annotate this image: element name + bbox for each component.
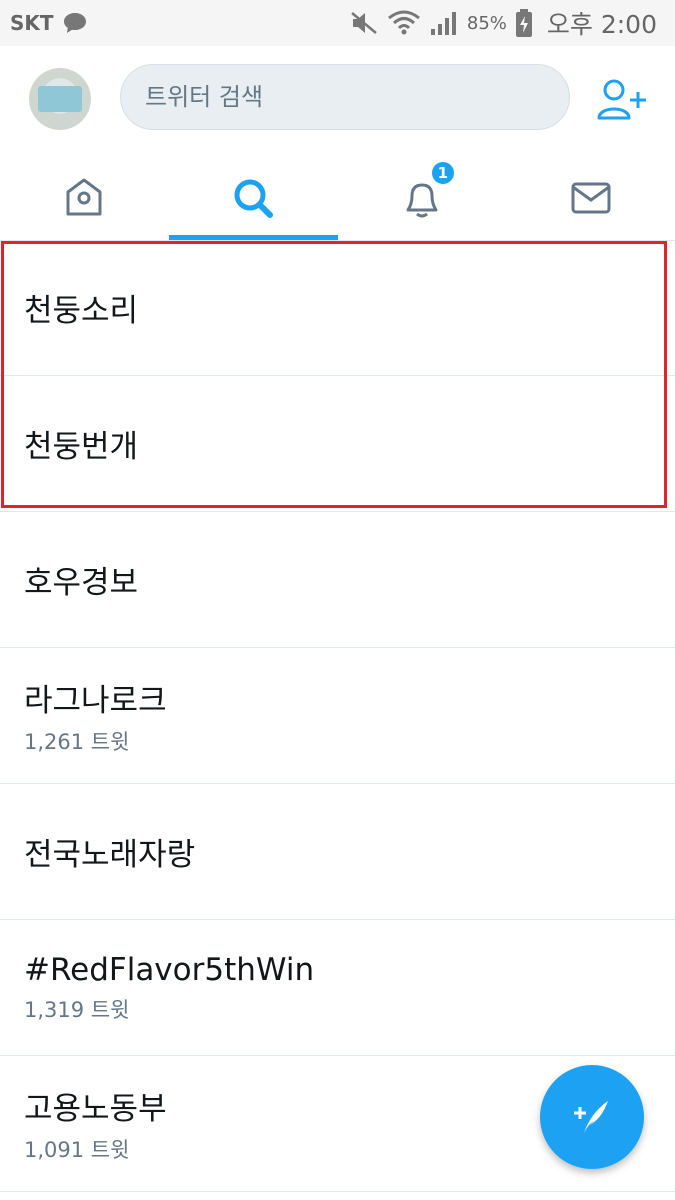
list-item[interactable]: 라그나로크 1,261 트윗 (0, 648, 675, 784)
avatar[interactable] (29, 68, 91, 130)
top-header (0, 46, 675, 156)
trend-title: 라그나로크 (24, 683, 167, 719)
list-item[interactable]: 호우경보 (0, 512, 675, 648)
status-bar: SKT 85% 오후 2:00 (0, 0, 675, 46)
status-left: SKT (10, 11, 88, 35)
list-item[interactable]: 천둥번개 (0, 376, 675, 512)
clock: 오후 2:00 (546, 10, 657, 39)
tweet-count: 1,261 트윗 (24, 730, 130, 754)
wifi-icon (387, 10, 420, 35)
trend-title: 전국노래자랑 (24, 837, 196, 873)
list-item[interactable]: 전국노래자랑 (0, 784, 675, 920)
status-right: 85% 오후 2:00 (349, 5, 657, 41)
tab-home[interactable] (0, 156, 169, 240)
list-item[interactable]: 천둥소리 (0, 240, 675, 376)
battery-percentage: 85% (466, 12, 507, 34)
carrier-name: SKT (10, 11, 54, 35)
trend-title: #RedFlavor5thWin (24, 951, 315, 988)
home-icon (66, 178, 102, 216)
battery-icon (515, 9, 532, 37)
search-bar[interactable] (120, 64, 570, 130)
trend-title: 천둥번개 (24, 429, 139, 465)
envelope-icon (571, 182, 611, 214)
signal-icon (430, 12, 456, 35)
tweet-count: 1,319 트윗 (24, 997, 130, 1022)
list-item[interactable]: #RedFlavor5thWin 1,319 트윗 (0, 920, 675, 1056)
trend-title: 호우경보 (24, 565, 139, 601)
chat-bubble-icon (63, 13, 86, 33)
mute-icon (351, 12, 377, 34)
trend-list: 천둥소리 천둥번개 호우경보 라그나로크 1,261 트윗 전국노래자랑 #Re… (0, 240, 675, 1192)
avatar-image (38, 86, 82, 112)
compose-feather-icon (574, 1101, 608, 1133)
tab-messages[interactable] (506, 156, 675, 240)
tab-notifications[interactable]: 1 (338, 156, 507, 240)
add-user-icon[interactable] (596, 78, 648, 122)
search-input[interactable] (143, 82, 569, 112)
search-icon (234, 179, 274, 218)
compose-tweet-button[interactable] (540, 1065, 644, 1169)
trend-title: 천둥소리 (24, 293, 139, 329)
tab-bar: 1 (0, 156, 675, 240)
tab-search[interactable] (168, 156, 338, 240)
notification-badge: 1 (429, 160, 456, 186)
